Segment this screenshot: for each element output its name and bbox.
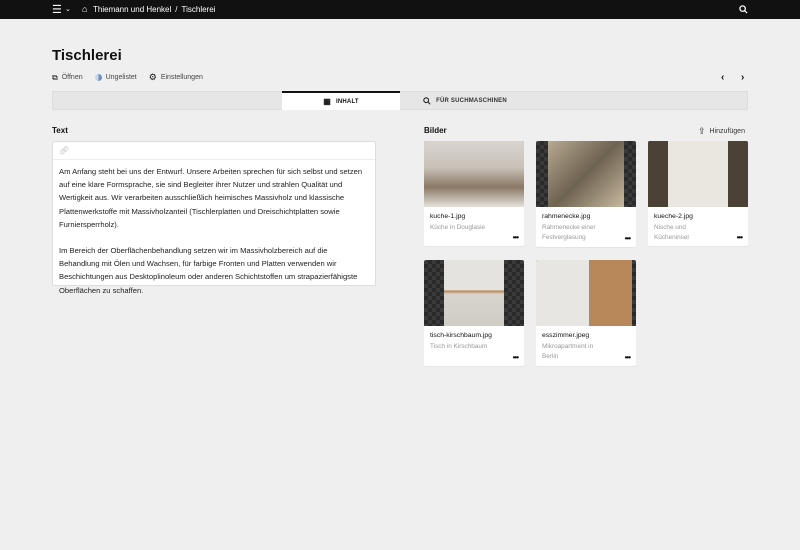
search-icon: [423, 96, 431, 105]
next-page-button[interactable]: ›: [741, 72, 744, 83]
preview-icon: ⧉: [52, 72, 58, 82]
link-icon[interactable]: 🔗︎: [59, 146, 69, 155]
status-unlisted-icon: [94, 74, 102, 81]
image-caption: Tisch in Kirschbaum: [430, 343, 488, 350]
add-image-button[interactable]: ⇪ Hinzufügen: [698, 126, 745, 137]
breadcrumb: Thiemann und Henkel / Tischlerei: [93, 5, 215, 14]
image-filename: tisch-kirschbaum.jpg: [430, 332, 492, 339]
open-label: Öffnen: [61, 74, 83, 81]
upload-icon: ⇪: [698, 126, 706, 136]
settings-label: Einstellungen: [160, 74, 203, 81]
more-options-icon[interactable]: •••: [513, 233, 519, 242]
tab-seo-label: FÜR SUCHMASCHINEN: [436, 97, 507, 104]
image-filename: rahmenecke.jpg: [542, 213, 591, 220]
tab-bar: ▦ INHALT FÜR SUCHMASCHINEN: [52, 91, 748, 110]
image-thumbnail[interactable]: [536, 260, 636, 326]
text-field-label: Text: [52, 126, 68, 135]
tab-spacer: [53, 92, 282, 109]
image-card[interactable]: tisch-kirschbaum.jpg Tisch in Kirschbaum…: [424, 260, 524, 366]
add-image-label: Hinzufügen: [709, 128, 745, 135]
image-caption: Mikroapartment in Berlin: [542, 343, 594, 360]
page-title: Tischlerei: [52, 47, 122, 64]
image-filename: esszimmer.jpeg: [542, 332, 590, 339]
text-editor[interactable]: 🔗︎ Am Anfang steht bei uns der Entwurf. …: [52, 141, 376, 295]
search-icon[interactable]: [739, 5, 748, 14]
tab-content[interactable]: ▦ INHALT: [282, 91, 400, 110]
more-options-icon[interactable]: •••: [625, 353, 631, 362]
editor-content[interactable]: Am Anfang steht bei uns der Entwurf. Uns…: [53, 160, 375, 302]
status-button[interactable]: Ungelistet: [94, 74, 137, 81]
more-options-icon[interactable]: •••: [625, 234, 631, 243]
image-filename: kuche-1.jpg: [430, 213, 466, 220]
image-caption: Küche in Douglasie: [430, 224, 486, 231]
tab-seo[interactable]: FÜR SUCHMASCHINEN: [400, 92, 530, 109]
chevron-down-icon[interactable]: ⌄: [65, 5, 71, 13]
image-caption: Nische und Kücheninsel: [654, 224, 689, 241]
open-button[interactable]: ⧉ Öffnen: [52, 73, 83, 83]
image-thumbnail[interactable]: [536, 141, 636, 207]
page-toolbar: ⧉ Öffnen Ungelistet ⚙ Einstellungen: [52, 72, 203, 83]
menu-icon[interactable]: ☰: [52, 3, 62, 16]
image-filename: kueche-2.jpg: [654, 213, 693, 220]
more-options-icon[interactable]: •••: [737, 233, 743, 242]
image-caption: Rahmenecke einer Festverglasung: [542, 224, 596, 241]
status-label: Ungelistet: [105, 74, 137, 81]
image-thumbnail[interactable]: [648, 141, 748, 207]
tab-content-label: INHALT: [336, 98, 359, 105]
paragraph: Am Anfang steht bei uns der Entwurf. Uns…: [59, 167, 363, 229]
image-card[interactable]: kueche-2.jpg Nische und Kücheninsel •••: [648, 141, 748, 246]
image-card[interactable]: rahmenecke.jpg Rahmenecke einer Festverg…: [536, 141, 636, 247]
top-bar: ☰ ⌄ ⌂ Thiemann und Henkel / Tischlerei: [0, 0, 800, 19]
image-card[interactable]: esszimmer.jpeg Mikroapartment in Berlin …: [536, 260, 636, 366]
more-options-icon[interactable]: •••: [513, 353, 519, 362]
previous-page-button[interactable]: ‹: [721, 72, 724, 83]
grid-icon: ▦: [323, 97, 331, 106]
image-card[interactable]: kuche-1.jpg Küche in Douglasie •••: [424, 141, 524, 246]
editor-toolbar: 🔗︎: [53, 142, 375, 160]
settings-button[interactable]: ⚙ Einstellungen: [149, 72, 203, 83]
image-thumbnail[interactable]: [424, 260, 524, 326]
images-field-label: Bilder: [424, 126, 447, 135]
home-icon[interactable]: ⌂: [82, 4, 87, 14]
paragraph: Im Bereich der Oberflächenbehandlung set…: [59, 246, 358, 295]
gear-icon: ⚙: [148, 72, 157, 82]
breadcrumb-site[interactable]: Thiemann und Henkel: [93, 5, 171, 14]
breadcrumb-separator: /: [175, 5, 178, 14]
breadcrumb-page[interactable]: Tischlerei: [182, 5, 216, 14]
image-thumbnail[interactable]: [424, 141, 524, 207]
